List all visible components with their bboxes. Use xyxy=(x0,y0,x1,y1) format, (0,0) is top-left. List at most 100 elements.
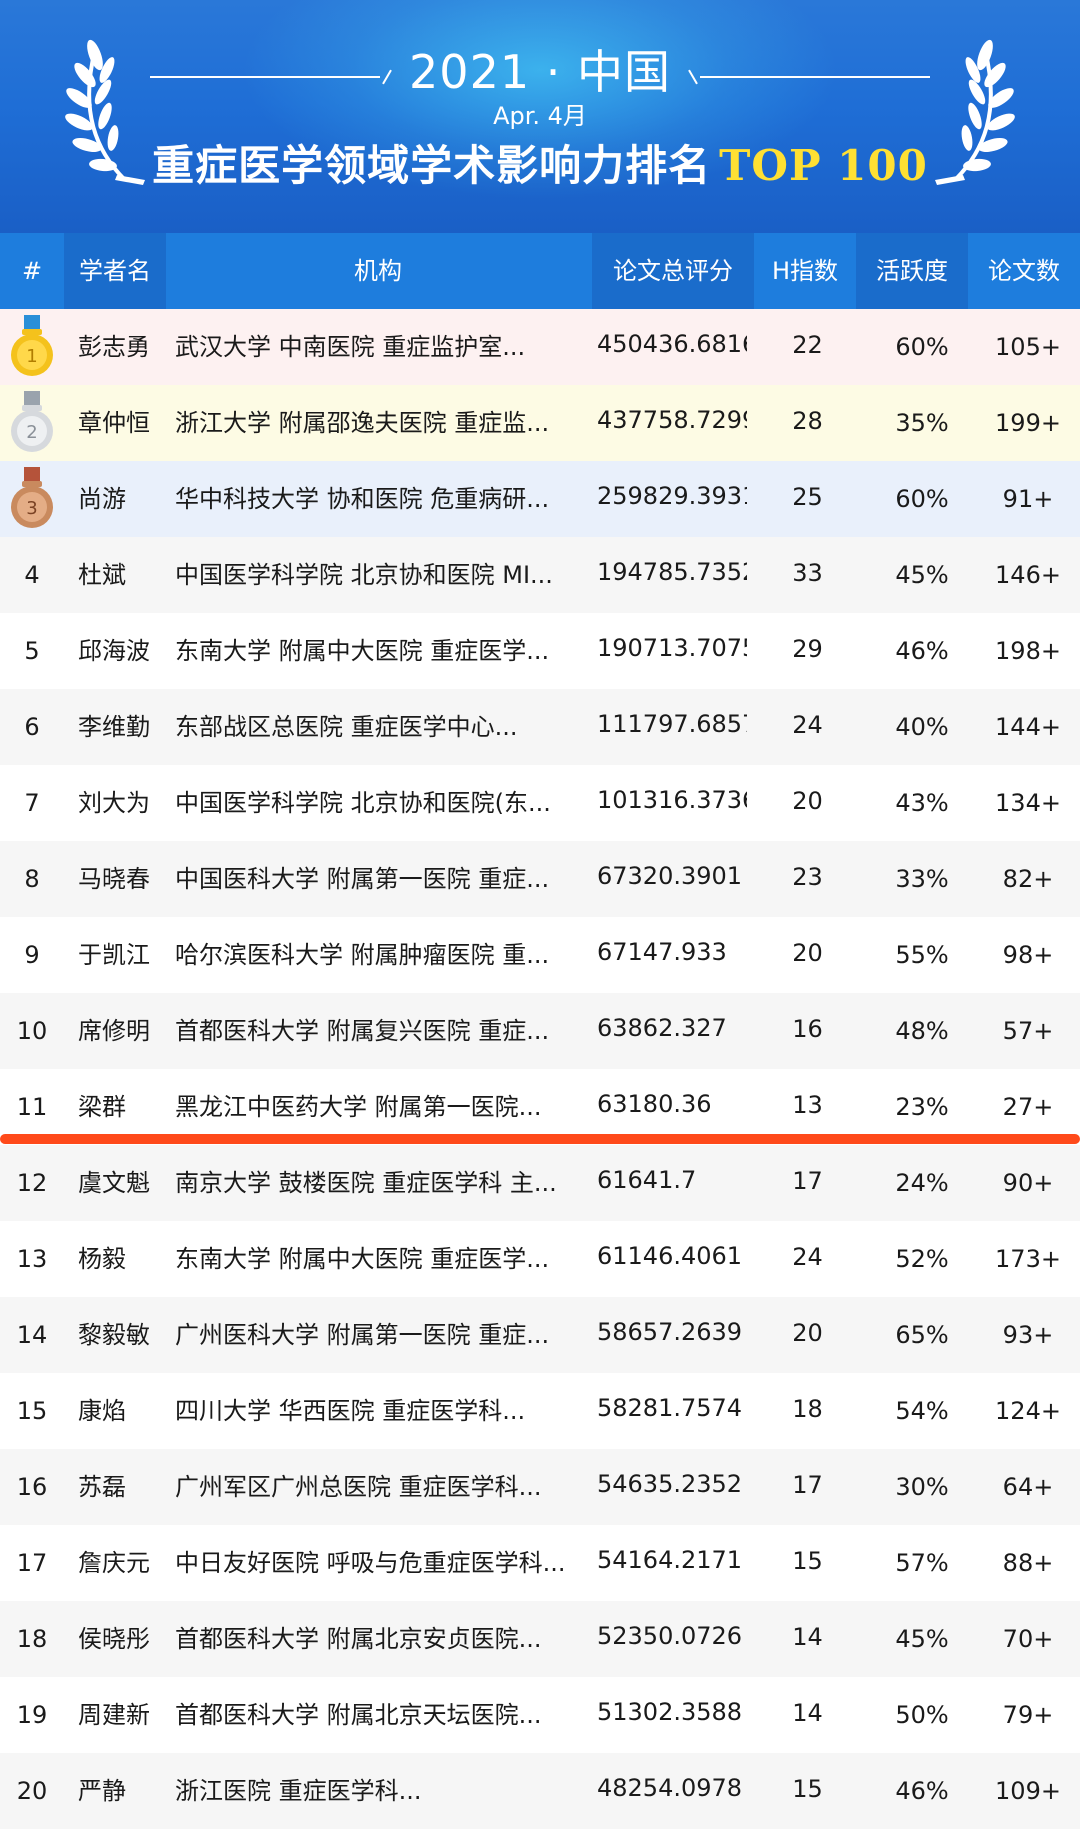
h-index: 14 xyxy=(792,1623,823,1651)
col-org: 机构 xyxy=(354,257,402,285)
paper-count: 173+ xyxy=(995,1245,1061,1273)
table-row[interactable]: 章仲恒 浙江大学 附属邵逸夫医院 重症监... 437758.7299 28 35% 19… xyxy=(0,385,1080,461)
total-score: 52350.0726 xyxy=(597,1622,743,1650)
paper-count: 146+ xyxy=(995,561,1061,589)
table-row[interactable]: 5 邱海波 东南大学 附属中大医院 重症医学... 190713.7075 29 46% 1… xyxy=(0,613,1080,689)
paper-count: 144+ xyxy=(995,713,1061,741)
h-index: 20 xyxy=(792,939,823,967)
scholar-name: 李维勤 xyxy=(78,713,150,741)
total-score: 67147.933 xyxy=(597,938,727,966)
h-index: 24 xyxy=(792,711,823,739)
paper-count: 98+ xyxy=(1002,941,1054,969)
table-row[interactable]: 10 席修明 首都医科大学 附属复兴医院 重症... 63862.327 16 48% 57… xyxy=(0,993,1080,1069)
activity: 45% xyxy=(895,1625,949,1653)
activity: 65% xyxy=(895,1321,949,1349)
table-row[interactable]: 7 刘大为 中国医学科学院 北京协和医院(东... 101316.3736 20 43% 1… xyxy=(0,765,1080,841)
activity: 46% xyxy=(895,1777,949,1805)
total-score: 58657.2639 xyxy=(597,1318,743,1346)
cutoff-line xyxy=(0,1134,1080,1144)
institution: 东部战区总医院 重症医学中心... xyxy=(175,713,518,741)
activity: 43% xyxy=(895,789,949,817)
scholar-name: 章仲恒 xyxy=(78,409,150,437)
institution: 东南大学 附属中大医院 重症医学... xyxy=(175,1245,550,1273)
scholar-name: 尚游 xyxy=(78,485,126,513)
rank-cell: 18 xyxy=(16,1625,48,1653)
activity: 50% xyxy=(895,1701,949,1729)
scholar-name: 严静 xyxy=(78,1777,126,1805)
total-score: 63862.327 xyxy=(597,1014,727,1042)
institution: 南京大学 鼓楼医院 重症医学科 主... xyxy=(175,1169,557,1197)
scholar-name: 席修明 xyxy=(78,1017,150,1045)
page-title: 重症医学领域学术影响力排名 TOP 100 xyxy=(0,132,1080,193)
total-score: 450436.6816 xyxy=(597,330,747,358)
institution: 浙江医院 重症医学科... xyxy=(175,1777,422,1805)
scholar-name: 刘大为 xyxy=(78,789,150,817)
medal-number: 3 xyxy=(26,498,37,519)
total-score: 259829.3931 xyxy=(597,482,747,510)
rank-cell: 19 xyxy=(16,1701,48,1729)
paper-count: 79+ xyxy=(1002,1701,1054,1729)
rank-cell: 12 xyxy=(16,1169,48,1197)
total-score: 51302.3588 xyxy=(597,1698,743,1726)
bronze-medal-icon: 3 xyxy=(11,467,53,528)
table-row[interactable]: 19 周建新 首都医科大学 附属北京天坛医院... 51302.3588 14 50% 79… xyxy=(0,1677,1080,1753)
table-row[interactable]: 8 马晓春 中国医科大学 附属第一医院 重症... 67320.3901 23 33% 82… xyxy=(0,841,1080,917)
paper-count: 88+ xyxy=(1002,1549,1054,1577)
scholar-name: 苏磊 xyxy=(78,1473,126,1501)
table-row[interactable]: 6 李维勤 东部战区总医院 重症医学中心... 111797.6857 24 40% 144… xyxy=(0,689,1080,765)
h-index: 25 xyxy=(792,483,823,511)
rank-cell: 15 xyxy=(16,1397,48,1425)
h-index: 20 xyxy=(792,787,823,815)
rank-cell: 17 xyxy=(16,1549,48,1577)
rank-cell: 8 xyxy=(24,865,40,893)
rank-cell: 6 xyxy=(24,713,40,741)
rank-cell: 7 xyxy=(24,789,40,817)
institution: 中日友好医院 呼吸与危重症医学科... xyxy=(175,1549,566,1577)
scholar-name: 邱海波 xyxy=(78,637,150,665)
paper-count: 91+ xyxy=(1002,485,1054,513)
title-highlight: TOP 100 xyxy=(719,141,928,190)
h-index: 15 xyxy=(792,1775,823,1803)
table-row[interactable]: 9 于凯江 哈尔滨医科大学 附属肿瘤医院 重... 67147.933 20 55% 98+ xyxy=(0,917,1080,993)
activity: 60% xyxy=(895,333,949,361)
table-row[interactable]: 13 杨毅 东南大学 附属中大医院 重症医学... 61146.4061 24 52% 17… xyxy=(0,1221,1080,1297)
total-score: 101316.3736 xyxy=(597,786,747,814)
scholar-name: 康焰 xyxy=(78,1397,126,1425)
h-index: 20 xyxy=(792,1319,823,1347)
col-name: 学者名 xyxy=(64,233,166,309)
col-activity: 活跃度 xyxy=(856,233,968,309)
table-row[interactable]: 14 黎毅敏 广州医科大学 附属第一医院 重症... 58657.2639 20 65% 9… xyxy=(0,1297,1080,1373)
activity: 30% xyxy=(895,1473,949,1501)
activity: 48% xyxy=(895,1017,949,1045)
activity: 33% xyxy=(895,865,949,893)
institution: 中国医学科学院 北京协和医院 MI... xyxy=(175,561,553,589)
total-score: 58281.7574 xyxy=(597,1394,743,1422)
table-row[interactable]: 尚游 华中科技大学 协和医院 危重病研... 259829.3931 25 60% 91+… xyxy=(0,461,1080,537)
table-row[interactable]: 18 侯晓彤 首都医科大学 附属北京安贞医院... 52350.0726 14 45% 70… xyxy=(0,1601,1080,1677)
scholar-name: 杨毅 xyxy=(78,1245,126,1273)
paper-count: 199+ xyxy=(995,409,1061,437)
total-score: 190713.7075 xyxy=(597,634,747,662)
institution: 广州医科大学 附属第一医院 重症... xyxy=(175,1321,550,1349)
total-score: 48254.0978 xyxy=(597,1774,743,1802)
paper-count: 57+ xyxy=(1002,1017,1054,1045)
paper-count: 90+ xyxy=(1002,1169,1054,1197)
h-index: 29 xyxy=(792,635,823,663)
table-row[interactable]: 20 严静 浙江医院 重症医学科... 48254.0978 15 46% 109+ xyxy=(0,1753,1080,1829)
table-row[interactable]: 12 虞文魁 南京大学 鼓楼医院 重症医学科 主... 61641.7 17 24% 90+ xyxy=(0,1145,1080,1221)
activity: 55% xyxy=(895,941,949,969)
table-row[interactable]: 15 康焰 四川大学 华西医院 重症医学科... 58281.7574 18 54% 124… xyxy=(0,1373,1080,1449)
table-row[interactable]: 4 杜斌 中国医学科学院 北京协和医院 MI... 194785.7352 33 45% 1… xyxy=(0,537,1080,613)
total-score: 54164.2171 xyxy=(597,1546,743,1574)
h-index: 18 xyxy=(792,1395,823,1423)
scholar-name: 杜斌 xyxy=(78,561,126,589)
table-row[interactable]: 彭志勇 武汉大学 中南医院 重症监护室... 450436.6816 22 60% 105… xyxy=(0,309,1080,385)
rank-cell: 4 xyxy=(24,561,40,589)
institution: 首都医科大学 附属复兴医院 重症... xyxy=(175,1017,550,1045)
table-row[interactable]: 16 苏磊 广州军区广州总医院 重症医学科... 54635.2352 17 30% 64+ xyxy=(0,1449,1080,1525)
rank-cell: 16 xyxy=(16,1473,48,1501)
table-row[interactable]: 17 詹庆元 中日友好医院 呼吸与危重症医学科... 54164.2171 15 57% 8… xyxy=(0,1525,1080,1601)
activity: 35% xyxy=(895,409,949,437)
header-banner: 2021 · 中国 Apr. 4月 重症医学领域学术影响力排名 TOP 100 xyxy=(0,0,1080,233)
activity: 57% xyxy=(895,1549,949,1577)
